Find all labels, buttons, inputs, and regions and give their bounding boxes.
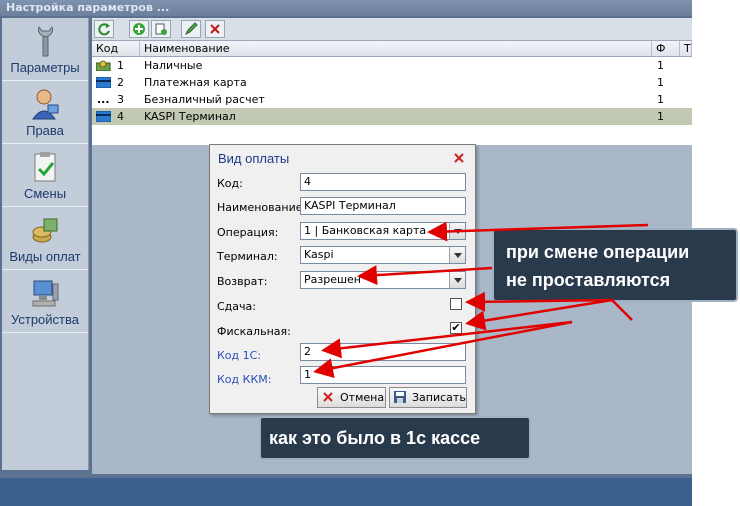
sidebar-item-label: Права (26, 123, 64, 138)
code-kkm-field[interactable]: 1 (300, 366, 466, 384)
copy-button[interactable] (151, 20, 171, 38)
sidebar-item-parameters[interactable]: Параметры (2, 18, 88, 81)
code-kkm-label: Код ККМ: (217, 373, 272, 386)
payment-type-dialog: Вид оплаты Код: 4 Наименование: KASPI Те… (209, 144, 476, 414)
sidebar-item-label: Смены (23, 186, 67, 201)
column-header-t[interactable]: Т (680, 41, 692, 56)
window-title: Настройка параметров ... (6, 1, 170, 14)
refresh-button[interactable] (94, 20, 114, 38)
column-header-f[interactable]: Ф (652, 41, 680, 56)
sidebar-item-label: Виды оплат (9, 249, 81, 264)
cancel-button[interactable]: Отмена (317, 387, 386, 408)
toolbar (92, 18, 692, 41)
delete-icon (210, 24, 220, 34)
card-icon (96, 111, 111, 122)
table-row-selected[interactable]: 4 KASPI Терминал 1 (92, 108, 692, 125)
sidebar: Параметры Права Смены Виды оплат Устройс… (2, 18, 89, 470)
table-row[interactable]: ... 3 Безналичный расчет 1 (92, 91, 692, 108)
cancel-icon (323, 392, 333, 402)
close-icon[interactable] (452, 151, 466, 165)
chevron-down-icon[interactable] (449, 272, 465, 288)
delete-button[interactable] (205, 20, 225, 38)
sidebar-item-label: Устройства (10, 312, 79, 327)
callout-1c-note: как это было в 1с кассе (259, 416, 531, 460)
sidebar-item-shifts[interactable]: Смены (2, 144, 88, 207)
floppy-disk-icon (394, 391, 406, 403)
sidebar-item-rights[interactable]: Права (2, 81, 88, 144)
status-strip (0, 478, 692, 506)
change-checkbox[interactable] (450, 298, 462, 310)
coins-icon (32, 218, 58, 243)
operation-select[interactable]: 1 | Банковская карта (300, 222, 466, 240)
sidebar-item-payment-types[interactable]: Виды оплат (2, 207, 88, 270)
code-field[interactable]: 4 (300, 173, 466, 191)
edit-icon (184, 22, 198, 36)
wrench-icon (38, 25, 53, 57)
column-header-name[interactable]: Наименование (140, 41, 652, 56)
copy-icon (155, 23, 167, 35)
title-bar: Настройка параметров ... (0, 0, 692, 16)
code-1c-label: Код 1С: (217, 349, 262, 362)
edit-button[interactable] (181, 20, 201, 38)
sidebar-item-devices[interactable]: Устройства (2, 270, 88, 333)
table-row[interactable]: 1 Наличные 1 (92, 57, 692, 74)
cash-icon (96, 60, 111, 71)
user-icon (32, 89, 59, 120)
callout-operation-note: при смене операции не проставляются (492, 228, 738, 302)
fiscal-label: Фискальная: (217, 325, 291, 338)
save-button[interactable]: Записать (389, 387, 467, 408)
fiscal-checkbox[interactable]: ✔ (450, 322, 462, 334)
dots-icon: ... (97, 93, 110, 106)
code-label: Код: (217, 177, 243, 190)
dialog-title: Вид оплаты (218, 151, 290, 166)
add-icon (133, 23, 145, 35)
sidebar-item-label: Параметры (10, 60, 80, 75)
chevron-down-icon[interactable] (449, 223, 465, 239)
column-header-code[interactable]: Код (92, 41, 140, 56)
chevron-down-icon[interactable] (449, 247, 465, 263)
computer-icon (32, 280, 59, 307)
operation-label: Операция: (217, 226, 279, 239)
code-1c-field[interactable]: 2 (300, 343, 466, 361)
return-select[interactable]: Разрешен (300, 271, 466, 289)
terminal-select[interactable]: Kaspi (300, 246, 466, 264)
table-row[interactable]: 2 Платежная карта 1 (92, 74, 692, 91)
table-header: Код Наименование Ф Т (92, 41, 692, 57)
payment-types-table: Код Наименование Ф Т 1 Наличные 1 2 Плат… (92, 41, 692, 145)
clipboard-check-icon (34, 152, 56, 182)
name-label: Наименование: (217, 201, 307, 214)
terminal-label: Терминал: (217, 250, 278, 263)
name-field[interactable]: KASPI Терминал (300, 197, 466, 215)
return-label: Возврат: (217, 275, 268, 288)
card-icon (96, 77, 111, 88)
refresh-icon (98, 23, 110, 36)
add-button[interactable] (129, 20, 149, 38)
change-label: Сдача: (217, 300, 256, 313)
